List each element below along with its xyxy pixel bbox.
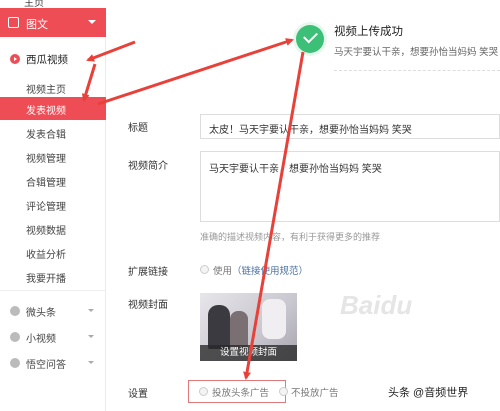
sidebar-item-label: 视频数据: [26, 226, 66, 237]
sidebar-category-label: 图文: [26, 19, 48, 31]
upload-status-title: 视频上传成功: [334, 26, 403, 38]
ad-radio-off[interactable]: [279, 387, 288, 396]
check-circle-icon: [296, 25, 324, 53]
title-input[interactable]: 太皮！马天宇要认干亲，想要孙怡当妈妈 笑哭: [200, 114, 500, 139]
sidebar-item-label: 评论管理: [26, 202, 66, 213]
description-hint: 准确的描述视频内容，有利于获得更多的推荐: [200, 232, 381, 242]
sidebar-item-label: 合辑管理: [26, 178, 66, 189]
ext-link-rules-link[interactable]: （链接使用规范）: [232, 266, 308, 277]
sidebar-item-revenue[interactable]: 收益分析: [0, 241, 106, 264]
sidebar-item-label: 发表合辑: [26, 130, 66, 141]
sidebar-item-label: 收益分析: [26, 250, 66, 261]
chevron-down-icon: [88, 309, 94, 312]
ext-link-option-label: 使用: [213, 266, 233, 277]
sidebar-group-short-video[interactable]: 小视频: [0, 324, 106, 350]
cover-figure: [262, 299, 286, 339]
sidebar-group-label: 西瓜视频: [26, 54, 68, 66]
sidebar-group-xigua[interactable]: 西瓜视频: [0, 47, 106, 71]
baidu-watermark: Baidu: [340, 290, 413, 320]
description-label: 视频简介: [128, 161, 168, 172]
cover-figure: [230, 311, 248, 349]
sidebar-item-label: 发表视频: [26, 106, 66, 117]
sidebar-group-label: 悟空问答: [26, 360, 66, 371]
upload-status-subtitle: 马天宇要认干亲，想要孙怡当妈妈 笑哭: [334, 47, 499, 58]
ext-link-radio[interactable]: [200, 265, 209, 274]
sidebar-item-video-home[interactable]: 视频主页: [0, 76, 106, 99]
set-cover-button[interactable]: 设置视频封面: [200, 345, 297, 361]
cover-label: 视频封面: [128, 300, 168, 311]
description-textarea[interactable]: 马天宇要认干亲，想要孙怡当妈妈 笑哭: [200, 151, 500, 222]
sidebar: 主页 图文 西瓜视频 视频主页 发表视频 发表合辑 视频管理 合辑管理 评论管理…: [0, 0, 106, 411]
ad-option-on[interactable]: 投放头条广告: [212, 385, 269, 399]
sidebar-item-comment-manage[interactable]: 评论管理: [0, 193, 106, 216]
sidebar-item-video-data[interactable]: 视频数据: [0, 217, 106, 240]
ext-link-option[interactable]: 使用（链接使用规范）: [213, 263, 308, 277]
setting-label: 设置: [128, 389, 148, 400]
sidebar-item-video-manage[interactable]: 视频管理: [0, 145, 106, 168]
sidebar-category-tuwen[interactable]: 图文: [0, 8, 106, 37]
document-icon: [8, 17, 19, 28]
sidebar-item-label: 视频主页: [26, 85, 66, 96]
sidebar-item-publish-collection[interactable]: 发表合辑: [0, 121, 106, 144]
header-divider: [334, 70, 500, 71]
sidebar-item-label: 我要开播: [26, 274, 66, 285]
video-cover-thumbnail[interactable]: 设置视频封面: [200, 293, 297, 361]
sidebar-group-label: 小视频: [26, 334, 56, 345]
chat-bubble-icon: [10, 306, 20, 316]
sidebar-item-publish-video[interactable]: 发表视频: [0, 97, 106, 120]
ad-option-off[interactable]: 不投放广告: [291, 385, 339, 399]
cover-figure: [208, 305, 230, 349]
play-icon: [10, 54, 20, 64]
sidebar-item-collection-manage[interactable]: 合辑管理: [0, 169, 106, 192]
qa-icon: [10, 358, 20, 368]
toutiao-watermark: 头条 @音频世界: [388, 387, 469, 399]
sidebar-group-wukong[interactable]: 悟空问答: [0, 350, 106, 376]
music-note-icon: [10, 332, 20, 342]
chevron-down-icon: [88, 335, 94, 338]
chevron-down-icon: [88, 20, 96, 24]
sidebar-top-partial[interactable]: 主页: [0, 0, 106, 9]
sidebar-group-label: 微头条: [26, 308, 56, 319]
sidebar-divider: [0, 290, 106, 291]
chevron-down-icon: [88, 361, 94, 364]
title-label: 标题: [128, 123, 148, 134]
ext-link-label: 扩展链接: [128, 267, 168, 278]
sidebar-group-weitoutiao[interactable]: 微头条: [0, 298, 106, 324]
sidebar-item-label: 视频管理: [26, 154, 66, 165]
sidebar-item-live[interactable]: 我要开播: [0, 265, 106, 288]
ad-radio-selected[interactable]: [199, 387, 208, 396]
